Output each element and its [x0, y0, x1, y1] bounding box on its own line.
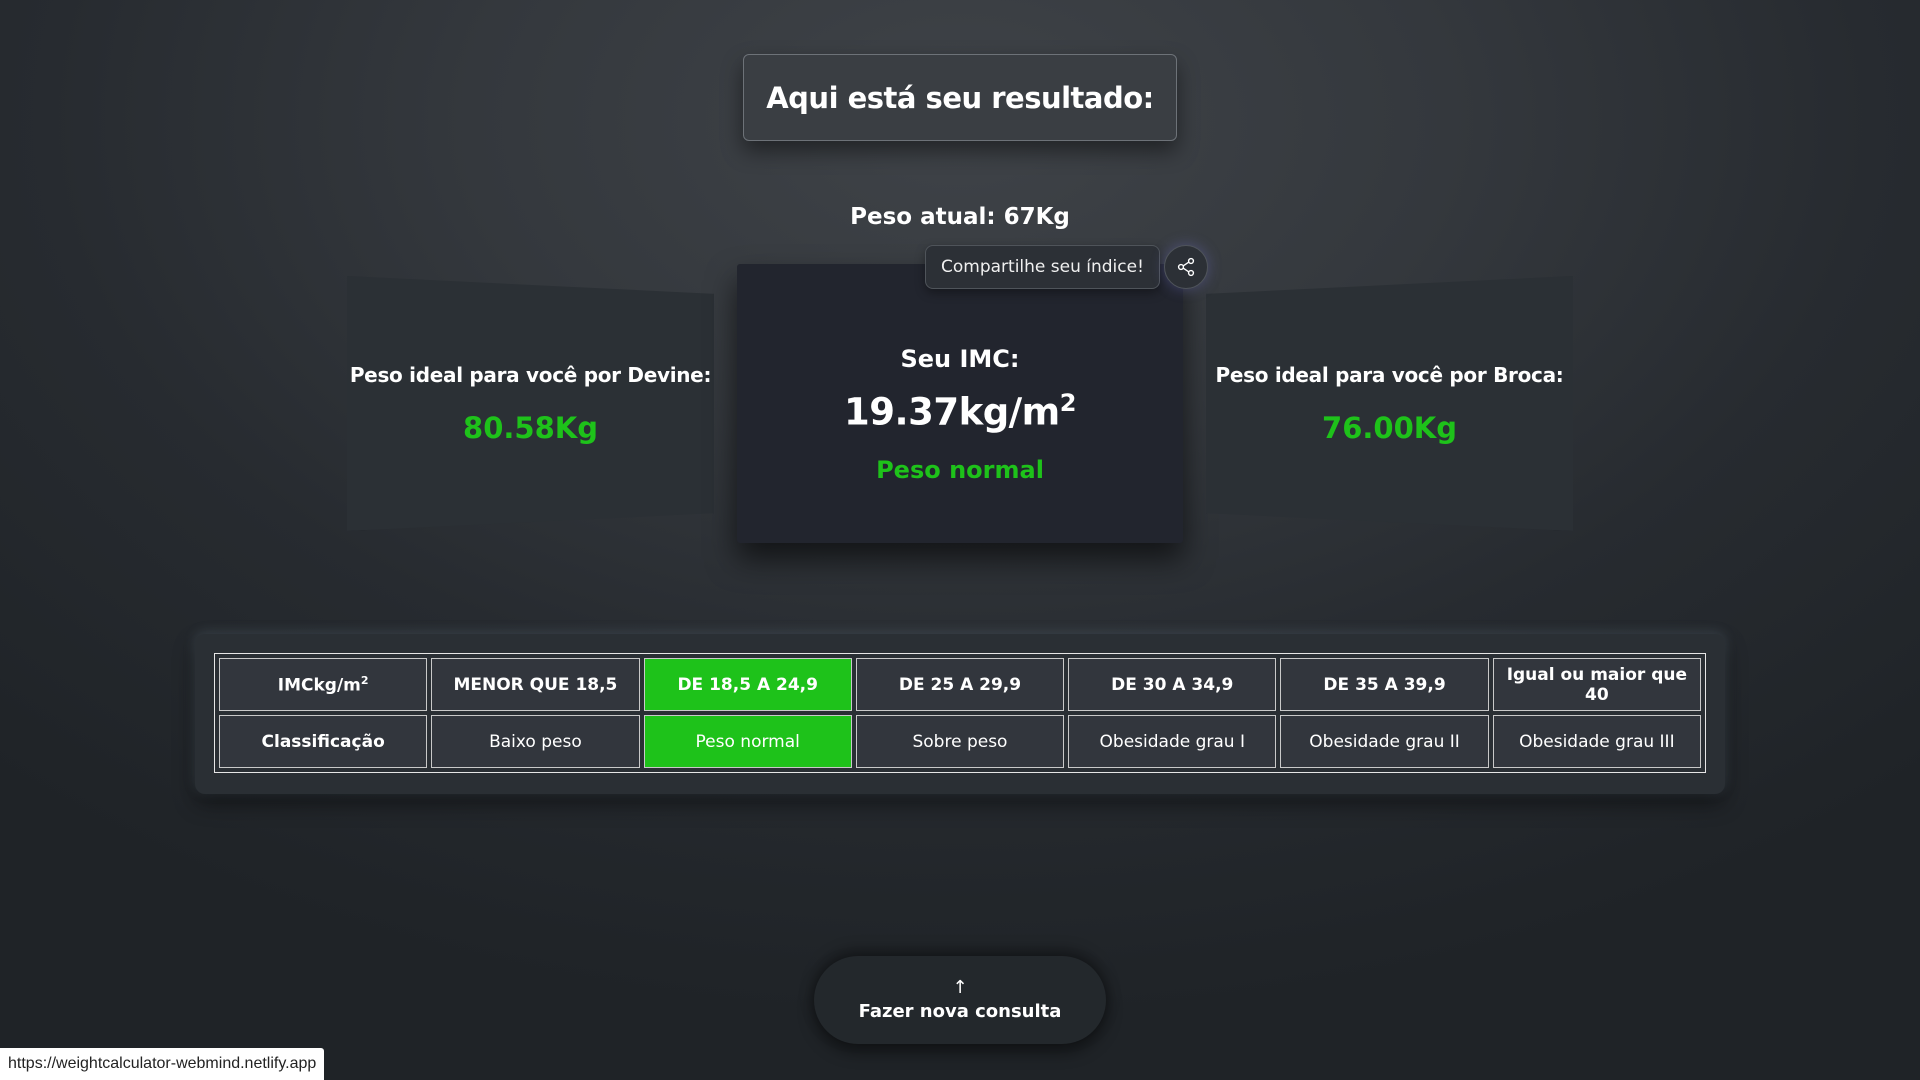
imc-label: Seu IMC:	[900, 345, 1020, 374]
share-icon	[1177, 257, 1195, 277]
imc-value-number: 19.37kg/m	[844, 390, 1060, 434]
imc-value-exponent: 2	[1059, 389, 1077, 418]
table-range-cell: DE 25 A 29,9	[855, 658, 1065, 711]
broca-card-title: Peso ideal para você por Broca:	[1215, 362, 1564, 387]
new-query-label: Fazer nova consulta	[858, 1000, 1062, 1022]
result-title-text: Aqui está seu resultado:	[766, 80, 1154, 115]
broca-ideal-weight-card: Peso ideal para você por Broca: 76.00Kg	[1206, 276, 1573, 531]
new-query-button[interactable]: ↑ Fazer nova consulta	[814, 956, 1106, 1044]
table-range-cell: Igual ou maior que 40	[1492, 658, 1701, 711]
table-range-cell: DE 30 A 34,9	[1068, 658, 1277, 711]
devine-card-value: 80.58Kg	[463, 410, 598, 445]
table-class-cell: Baixo peso	[431, 715, 640, 768]
table-class-cell: Sobre peso	[855, 715, 1065, 768]
devine-ideal-weight-card: Peso ideal para você por Devine: 80.58Kg	[347, 276, 714, 531]
imc-classification-table: IMCkg/m2 MENOR QUE 18,5 DE 18,5 A 24,9 D…	[214, 653, 1706, 773]
arrow-up-icon: ↑	[952, 976, 968, 998]
current-weight: Peso atual: 67Kg	[850, 204, 1070, 230]
table-header-label-cell: IMCkg/m2	[219, 658, 428, 711]
table-range-cell: DE 35 A 39,9	[1280, 658, 1489, 711]
devine-card-title: Peso ideal para você por Devine:	[349, 362, 712, 387]
status-bar-url: https://weightcalculator-webmind.netlify…	[0, 1048, 325, 1080]
table-classification-row: Classificação Baixo peso Peso normal Sob…	[219, 715, 1701, 768]
imc-result-card: Seu IMC: 19.37kg/m2 Peso normal	[737, 264, 1183, 543]
table-range-cell-highlighted: DE 18,5 A 24,9	[643, 658, 852, 711]
share-widget: Compartilhe seu índice!	[925, 244, 1208, 290]
table-range-cell: MENOR QUE 18,5	[431, 658, 640, 711]
table-header-exponent: 2	[360, 673, 369, 687]
table-row-label-cell: Classificação	[219, 715, 428, 768]
share-button[interactable]	[1163, 245, 1208, 289]
broca-card-value: 76.00Kg	[1322, 410, 1457, 445]
imc-classification: Peso normal	[876, 455, 1044, 484]
result-title: Aqui está seu resultado:	[743, 54, 1177, 141]
table-class-cell-highlighted: Peso normal	[643, 715, 852, 768]
table-class-cell: Obesidade grau I	[1068, 715, 1277, 768]
table-header-row: IMCkg/m2 MENOR QUE 18,5 DE 18,5 A 24,9 D…	[219, 658, 1701, 711]
share-tooltip: Compartilhe seu índice!	[925, 245, 1160, 289]
imc-value: 19.37kg/m2	[844, 389, 1076, 433]
table-class-cell: Obesidade grau III	[1492, 715, 1701, 768]
imc-table-panel: IMCkg/m2 MENOR QUE 18,5 DE 18,5 A 24,9 D…	[195, 634, 1725, 794]
table-class-cell: Obesidade grau II	[1280, 715, 1489, 768]
table-header-label: IMCkg/m	[277, 675, 361, 696]
